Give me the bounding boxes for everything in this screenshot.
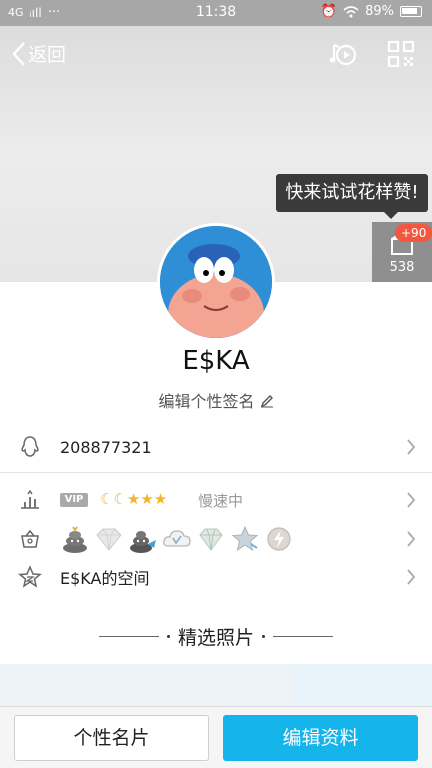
gem-medal-icon [199, 528, 223, 551]
speed-status: 慢速中 [198, 492, 244, 510]
title-dot-left [166, 634, 170, 638]
qzone-label: E$KA的空间 [60, 569, 150, 588]
status-bar: 4G ᵢıll ··· 11:38 ⏰ 89% [0, 0, 432, 26]
vip-badge: VIP [60, 493, 88, 507]
cloud-medal-icon [163, 530, 191, 547]
chevron-left-icon [12, 41, 25, 66]
chevron-right-icon [407, 569, 416, 585]
photo-tile[interactable] [0, 664, 287, 706]
battery-percent: 89% [365, 4, 394, 19]
title-line-right [273, 635, 333, 637]
battery-icon [400, 6, 422, 17]
status-right: ⏰ 89% [321, 4, 422, 19]
signature-label: 编辑个性签名 [158, 392, 255, 411]
personal-card-button[interactable]: 个性名片 [14, 715, 209, 761]
edit-profile-button[interactable]: 编辑资料 [223, 715, 418, 761]
star-medal-icon [231, 525, 259, 552]
chevron-right-icon [407, 439, 416, 455]
nickname: E$KA [182, 346, 250, 376]
poop-medal-icon-2 [130, 531, 156, 553]
qq-number: 208877321 [60, 437, 152, 457]
bolt-medal-icon [267, 527, 291, 551]
medal-box-icon [21, 529, 39, 548]
qzone-star-icon [18, 565, 42, 588]
bottom-action-bar: 个性名片 编辑资料 [0, 706, 432, 768]
music-icon[interactable] [328, 39, 358, 69]
qq-number-row[interactable]: 208877321 [0, 427, 432, 467]
level-icons: ☾☾★★★ [100, 490, 168, 508]
alarm-icon: ⏰ [320, 4, 338, 19]
like-tooltip: 快来试试花样赞! [276, 174, 428, 219]
featured-photos-grid [0, 664, 432, 706]
like-count: 538 [389, 260, 415, 275]
pencil-icon [260, 395, 273, 408]
back-button[interactable]: 返回 [12, 40, 66, 67]
avatar-image [160, 226, 272, 338]
qr-code-icon[interactable] [386, 39, 416, 69]
title-line-left [98, 635, 159, 637]
like-increment-badge: +90 [395, 224, 432, 242]
wifi-icon [343, 5, 359, 17]
divider [0, 472, 432, 473]
poop-medal-icon [63, 526, 87, 553]
qzone-row[interactable]: E$KA的空间 [0, 557, 432, 597]
photo-tile[interactable] [290, 664, 432, 706]
level-chart-icon [21, 489, 39, 509]
back-label: 返回 [28, 44, 67, 66]
featured-photos-header: 精选照片 [0, 624, 432, 649]
chevron-right-icon [407, 531, 416, 547]
avatar[interactable] [157, 223, 275, 341]
medal-list [60, 524, 294, 554]
featured-photos-title: 精选照片 [177, 626, 254, 649]
title-dot-right [262, 634, 265, 638]
penguin-icon [21, 436, 39, 457]
chevron-right-icon [407, 492, 416, 508]
signature-edit[interactable]: 编辑个性签名 [0, 388, 432, 412]
diamond-medal-icon [96, 528, 122, 551]
